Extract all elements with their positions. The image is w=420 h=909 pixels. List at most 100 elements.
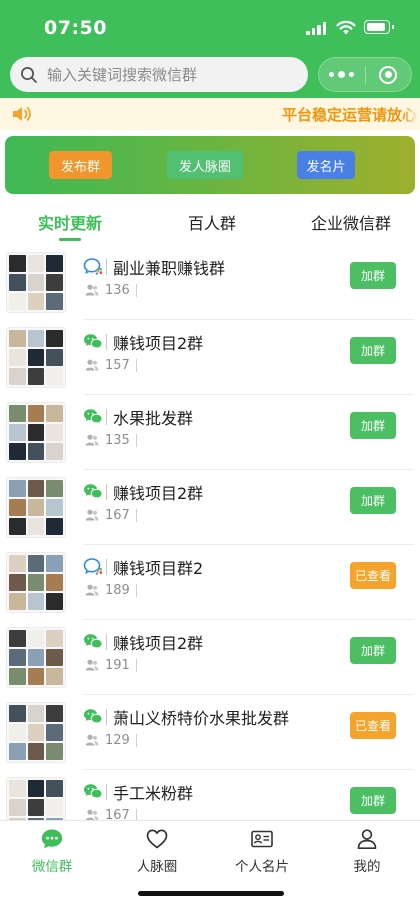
members-icon — [85, 809, 99, 820]
viewed-button[interactable]: 已查看 — [350, 562, 396, 589]
group-list-item[interactable]: 水果批发群 135 21小时前 加群 — [0, 395, 420, 550]
nav-label: 个人名片 — [235, 859, 289, 875]
member-count: 136 — [105, 282, 130, 298]
top-header: 07:50 输入关键词搜索微信群 — [0, 0, 420, 98]
group-avatar — [6, 702, 66, 763]
viewed-button[interactable]: 已查看 — [350, 712, 396, 739]
group-list-item[interactable]: 赚钱项目2群 191 10天前 加群 — [0, 620, 420, 748]
search-icon — [21, 66, 37, 83]
wechat-icon — [84, 484, 103, 500]
group-avatar — [6, 552, 66, 613]
member-count: 157 — [105, 357, 130, 373]
group-avatar — [6, 327, 66, 388]
members-icon — [85, 734, 99, 746]
group-meta: 136 15小时前 — [85, 281, 156, 400]
wecom-icon — [83, 558, 103, 575]
join-group-button[interactable]: 加群 — [350, 787, 396, 814]
wifi-icon — [336, 20, 356, 35]
join-group-button[interactable]: 加群 — [350, 487, 396, 514]
members-icon — [85, 659, 99, 671]
category-tabs: 实时更新 百人群 企业微信群 — [0, 198, 420, 244]
group-meta: 191 10天前 — [85, 656, 156, 748]
signal-icon — [306, 22, 326, 35]
speaker-icon — [13, 107, 31, 121]
members-icon — [85, 359, 99, 371]
group-avatar — [6, 777, 66, 820]
group-list-item[interactable]: 副业兼职赚钱群 136 15小时前 加群 — [0, 245, 420, 400]
members-icon — [85, 509, 99, 521]
group-list: 副业兼职赚钱群 136 15小时前 加群 赚钱项目2群 157 21小时前 加群… — [0, 245, 420, 820]
group-name: 副业兼职赚钱群 — [113, 259, 226, 278]
group-name: 手工米粉群 — [113, 784, 194, 803]
group-meta: 167 21小时前 — [85, 506, 156, 625]
publish-card-button[interactable]: 发名片 — [297, 151, 355, 179]
wechat-icon — [84, 409, 103, 425]
join-group-button[interactable]: 加群 — [350, 637, 396, 664]
wechat-icon — [84, 709, 103, 725]
close-miniprogram-icon[interactable] — [365, 65, 411, 84]
home-indicator — [138, 891, 284, 896]
join-group-button[interactable]: 加群 — [350, 412, 396, 439]
group-meta: 157 21小时前 — [85, 356, 156, 475]
tab-enterprise-wechat[interactable]: 企业微信群 — [311, 210, 391, 234]
group-meta: 189 10天前 — [85, 581, 156, 673]
members-icon — [85, 434, 99, 446]
group-list-item[interactable]: 赚钱项目2群 167 21小时前 加群 — [0, 470, 420, 625]
group-avatar — [6, 252, 66, 313]
wecom-icon — [83, 258, 103, 275]
nav-label: 人脉圈 — [136, 859, 178, 875]
active-tab-indicator — [59, 238, 81, 241]
group-name: 萧山义桥特价水果批发群 — [113, 709, 290, 728]
action-banner: 发布群 发人脉圈 发名片 — [5, 136, 415, 194]
join-group-button[interactable]: 加群 — [350, 262, 396, 289]
member-count: 191 — [105, 657, 130, 673]
group-avatar — [6, 477, 66, 538]
member-count: 189 — [105, 582, 130, 598]
member-count: 135 — [105, 432, 130, 448]
group-meta: 135 21小时前 — [85, 431, 156, 550]
notice-bar: 平台稳定运营请放心 — [0, 98, 420, 130]
status-time: 07:50 — [44, 17, 107, 39]
miniprogram-capsule — [318, 57, 412, 92]
nav-business-card[interactable]: 个人名片 — [217, 827, 307, 875]
members-icon — [85, 584, 99, 596]
group-avatar — [6, 627, 66, 688]
publish-group-button[interactable]: 发布群 — [49, 151, 112, 179]
tab-realtime[interactable]: 实时更新 — [38, 210, 102, 234]
member-count: 129 — [105, 732, 130, 748]
publish-network-button[interactable]: 发人脉圈 — [167, 151, 243, 179]
battery-icon — [364, 20, 394, 34]
members-icon — [85, 284, 99, 296]
group-name: 水果批发群 — [113, 409, 194, 428]
group-name: 赚钱项目2群 — [113, 334, 204, 353]
group-avatar — [6, 402, 66, 463]
tab-hundred-member[interactable]: 百人群 — [188, 210, 236, 234]
group-name: 赚钱项目2群 — [113, 484, 204, 503]
group-meta: 167 刚刚 — [85, 806, 143, 820]
join-group-button[interactable]: 加群 — [350, 337, 396, 364]
group-list-item[interactable]: 手工米粉群 167 刚刚 加群 — [0, 770, 420, 820]
group-list-item[interactable]: 赚钱项目群2 189 10天前 已查看 — [0, 545, 420, 673]
id-card-icon — [251, 830, 273, 848]
nav-label: 我的 — [353, 859, 381, 875]
wechat-icon — [84, 634, 103, 650]
status-bar: 07:50 — [0, 0, 420, 54]
heart-icon — [146, 829, 168, 849]
notice-text: 平台稳定运营请放心 — [282, 106, 418, 124]
search-input[interactable]: 输入关键词搜索微信群 — [10, 57, 308, 92]
group-list-item[interactable]: 萧山义桥特价水果批发群 129 10天前 已查看 — [0, 695, 420, 820]
member-count: 167 — [105, 507, 130, 523]
group-meta: 129 10天前 — [85, 731, 156, 820]
group-name: 赚钱项目群2 — [113, 559, 204, 578]
more-icon[interactable] — [319, 71, 365, 78]
nav-wechat-groups[interactable]: 微信群 — [7, 827, 97, 875]
person-icon — [357, 829, 377, 850]
wechat-icon — [84, 334, 103, 350]
nav-profile[interactable]: 我的 — [322, 827, 412, 875]
group-name: 赚钱项目2群 — [113, 634, 204, 653]
search-placeholder: 输入关键词搜索微信群 — [47, 66, 198, 84]
chat-bubble-icon — [41, 829, 63, 849]
group-list-item[interactable]: 赚钱项目2群 157 21小时前 加群 — [0, 320, 420, 475]
member-count: 167 — [105, 807, 130, 821]
nav-network-circle[interactable]: 人脉圈 — [112, 827, 202, 875]
